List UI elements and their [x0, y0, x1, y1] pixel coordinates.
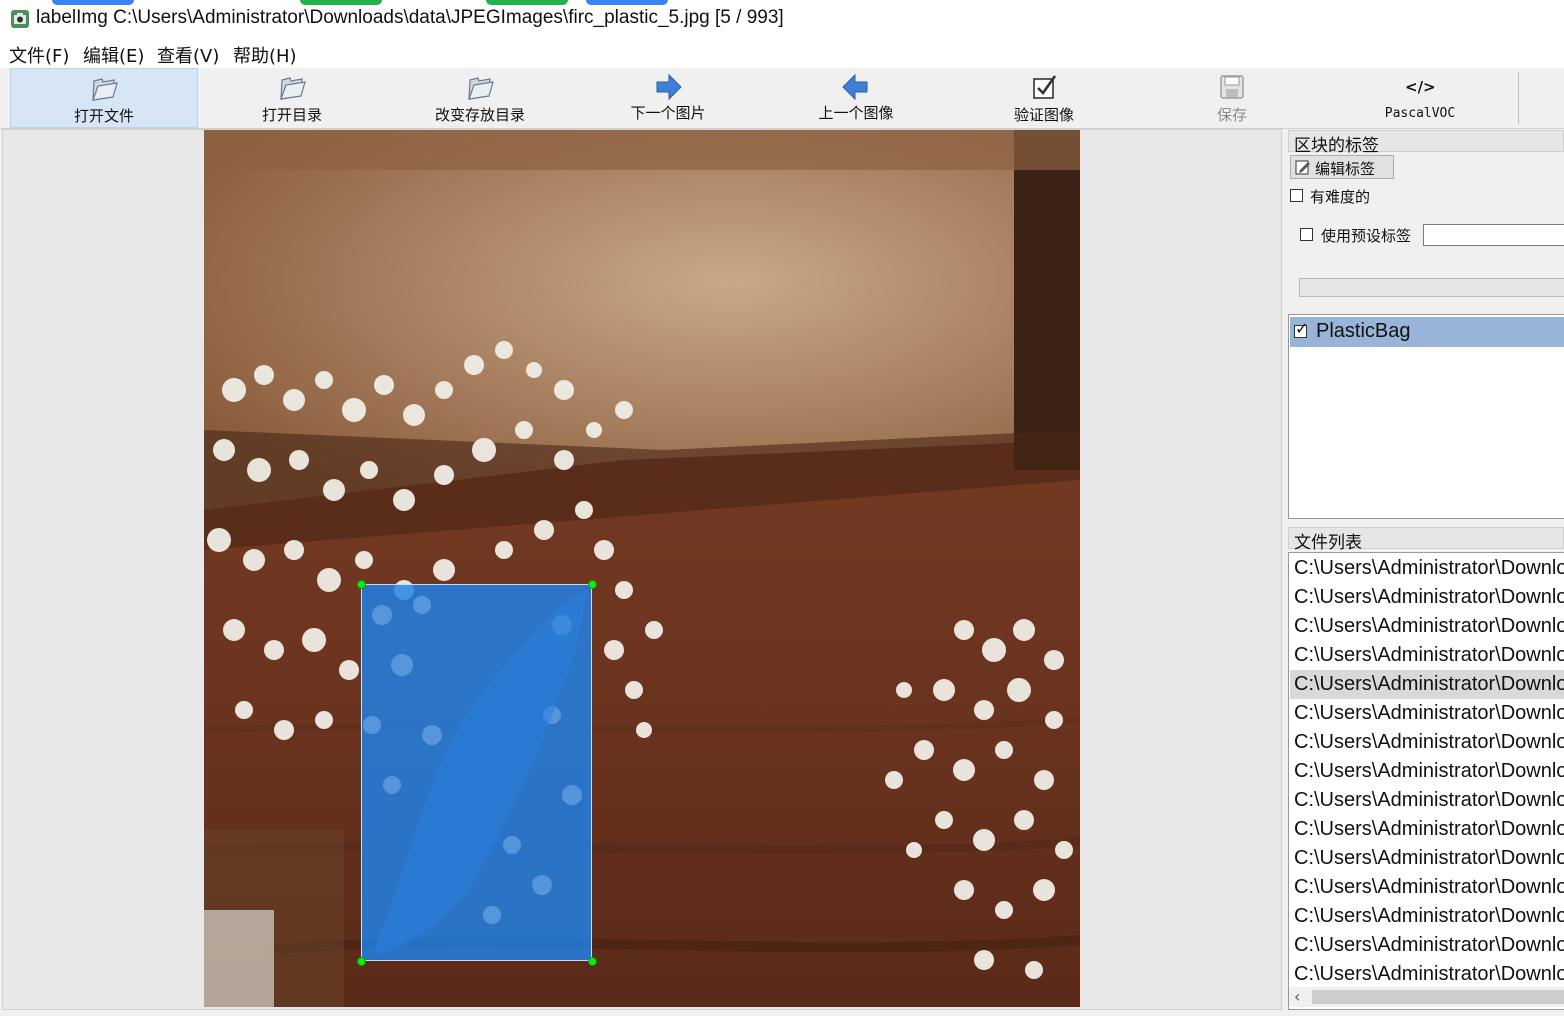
checkmark-icon: ✓ — [1295, 319, 1309, 338]
bbox-corner-handle[interactable] — [588, 957, 597, 966]
file-list-item[interactable]: C:\Users\Administrator\Downloads — [1290, 786, 1564, 815]
difficult-checkbox[interactable] — [1290, 189, 1303, 202]
taskbar-tab-indicator — [586, 0, 668, 5]
edit-label-button[interactable]: 编辑标签 — [1290, 155, 1394, 179]
window-title: labelImg C:\Users\Administrator\Download… — [36, 7, 784, 28]
arrow-right-icon — [656, 73, 682, 101]
progress-bar — [1299, 278, 1564, 297]
code-icon: </> — [1405, 78, 1436, 96]
save-button[interactable]: 保存 — [1138, 68, 1326, 128]
toolbar: 打开文件 打开目录 改变存放目录 下一个图片 上一个图像 验证图像 保存 </>… — [0, 68, 1564, 129]
folder-open-icon — [92, 78, 118, 101]
prev-image-button[interactable]: 上一个图像 — [762, 68, 950, 128]
label-name: PlasticBag — [1316, 320, 1411, 342]
label-list-item[interactable]: ✓ PlasticBag — [1290, 317, 1564, 347]
file-list-item[interactable]: C:\Users\Administrator\Downloads — [1290, 728, 1564, 757]
next-image-button[interactable]: 下一个图片 — [574, 68, 762, 128]
file-list-item[interactable]: C:\Users\Administrator\Downloads — [1290, 844, 1564, 873]
taskbar-tab-indicator — [486, 0, 568, 5]
bbox-corner-handle[interactable] — [357, 957, 366, 966]
default-label-input[interactable] — [1423, 224, 1564, 246]
edit-icon — [1295, 160, 1310, 175]
tool-label: 打开目录 — [261, 106, 322, 124]
taskbar-tab-indicator — [52, 0, 134, 5]
file-list-item[interactable]: C:\Users\Administrator\Downloads — [1290, 554, 1564, 583]
taskbar-tab-indicator — [300, 0, 382, 5]
file-list[interactable]: C:\Users\Administrator\Downloads C:\User… — [1288, 552, 1564, 1010]
open-dir-button[interactable]: 打开目录 — [198, 68, 386, 128]
labelimg-app-icon — [11, 10, 29, 28]
save-icon — [1220, 75, 1244, 99]
file-list-item-selected[interactable]: C:\Users\Administrator\Downloads — [1290, 670, 1564, 699]
toolbar-separator — [1518, 72, 1519, 124]
bbox-content-render — [363, 590, 587, 955]
menu-edit[interactable]: 编辑(E) — [83, 42, 144, 68]
dock-title: 文件列表 — [1294, 533, 1362, 553]
tool-label: 保存 — [1216, 106, 1247, 124]
title-bar: labelImg C:\Users\Administrator\Download… — [0, 0, 1564, 38]
arrow-left-icon — [842, 73, 868, 101]
change-save-dir-button[interactable]: 改变存放目录 — [386, 68, 574, 128]
file-list-item[interactable]: C:\Users\Administrator\Downloads — [1290, 757, 1564, 786]
file-list-item[interactable]: C:\Users\Administrator\Downloads — [1290, 699, 1564, 728]
file-list-item[interactable]: C:\Users\Administrator\Downloads — [1290, 815, 1564, 844]
tool-label: 下一个图片 — [630, 104, 706, 122]
menu-help[interactable]: 帮助(H) — [233, 42, 297, 68]
file-list-item[interactable]: C:\Users\Administrator\Downloads — [1290, 583, 1564, 612]
menu-file[interactable]: 文件(F) — [9, 42, 69, 68]
file-list-dock-header: 文件列表 — [1288, 527, 1564, 553]
file-list-item[interactable]: C:\Users\Administrator\Downloads — [1290, 902, 1564, 931]
file-list-item[interactable]: C:\Users\Administrator\Downloads — [1290, 612, 1564, 641]
file-list-item[interactable]: C:\Users\Administrator\Downloads — [1290, 931, 1564, 960]
use-default-label-checkbox[interactable] — [1300, 228, 1313, 241]
checkbox-icon — [1033, 75, 1057, 99]
file-list-item[interactable]: C:\Users\Administrator\Downloads — [1290, 960, 1564, 989]
difficult-label: 有难度的 — [1310, 188, 1371, 206]
folder-open-icon — [280, 77, 306, 100]
tool-label: PascalVOC — [1384, 106, 1456, 121]
photo-render — [204, 130, 1080, 1007]
use-default-label-text: 使用预设标签 — [1321, 227, 1412, 245]
edit-label-text: 编辑标签 — [1315, 160, 1376, 178]
scrollbar-thumb[interactable] — [1312, 990, 1564, 1004]
tool-label: 验证图像 — [1013, 106, 1074, 124]
dock-title: 区块的标签 — [1294, 136, 1379, 156]
format-pascalvoc-button[interactable]: </> PascalVOC — [1326, 68, 1514, 128]
annotated-image[interactable] — [204, 130, 1080, 1007]
tool-label: 打开文件 — [73, 107, 134, 125]
scroll-left-icon[interactable]: ‹ — [1294, 987, 1300, 1006]
menu-bar: 文件(F) 编辑(E) 查看(V) 帮助(H) — [0, 38, 1564, 68]
verify-image-button[interactable]: 验证图像 — [950, 68, 1138, 128]
bbox-corner-handle[interactable] — [588, 580, 597, 589]
file-list-item[interactable]: C:\Users\Administrator\Downloads — [1290, 873, 1564, 902]
folder-open-icon — [468, 77, 494, 100]
open-file-button[interactable]: 打开文件 — [10, 68, 198, 128]
file-list-item[interactable]: C:\Users\Administrator\Downloads — [1290, 641, 1564, 670]
tool-label: 改变存放目录 — [434, 106, 525, 124]
bbox-corner-handle[interactable] — [357, 580, 366, 589]
tool-label: 上一个图像 — [818, 104, 894, 122]
menu-view[interactable]: 查看(V) — [157, 42, 219, 68]
box-labels-dock-header: 区块的标签 — [1288, 130, 1564, 156]
bounding-box[interactable] — [361, 584, 592, 961]
